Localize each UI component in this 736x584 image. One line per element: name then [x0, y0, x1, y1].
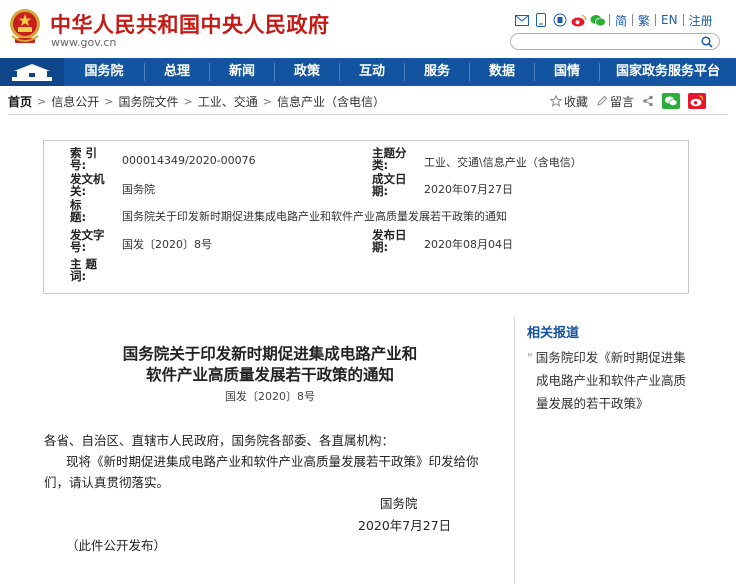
- lang-simplified-link[interactable]: 简: [610, 12, 632, 29]
- publish-date-label: 发布日期:: [372, 228, 407, 254]
- breadcrumb-info-disclosure[interactable]: 信息公开: [51, 93, 99, 110]
- article-body-line-1: 现将《新时期促进集成电路产业和软件产业高质量发展若干政策》印发给你: [66, 454, 479, 469]
- breadcrumb-info-industry[interactable]: 信息产业（含电信）: [277, 93, 385, 110]
- index-value: 000014349/2020-00076: [122, 154, 256, 167]
- article-note: （此件公开发布）: [66, 538, 167, 553]
- weibo-icon[interactable]: [571, 12, 587, 28]
- sidebar-divider: [514, 316, 515, 584]
- nav-item-news[interactable]: 新闻: [210, 58, 274, 86]
- related-report-text-1: 国务院印发《新时期促进集: [535, 350, 686, 365]
- weibo-share-button[interactable]: [688, 93, 707, 109]
- star-icon: [550, 95, 562, 107]
- chevron-right-icon: >: [183, 94, 193, 108]
- article-salutation: 各省、自治区、直辖市人民政府，国务院各部委、各直属机构：: [44, 433, 395, 448]
- chevron-right-icon: >: [262, 94, 272, 108]
- date-written-value: 2020年07月27日: [424, 183, 513, 196]
- article-title-line-2: 软件产业高质量发展若干政策的通知: [145, 366, 394, 384]
- issuer-label: 发文机关:: [70, 172, 105, 198]
- pencil-icon: [597, 95, 608, 106]
- breadcrumb-home[interactable]: 首页: [8, 93, 32, 110]
- wechat-icon: [662, 93, 681, 109]
- favorite-button[interactable]: 收藏: [550, 93, 588, 110]
- favorite-label: 收藏: [564, 94, 589, 109]
- related-reports-heading: 相关报道: [527, 326, 580, 341]
- national-emblem-icon[interactable]: [8, 6, 42, 46]
- nav-item-interaction[interactable]: 互动: [340, 58, 404, 86]
- article-title-line-1: 国务院关于印发新时期促进集成电路产业和: [122, 345, 418, 363]
- share-button[interactable]: [642, 95, 654, 107]
- nav-item-premier[interactable]: 总理: [145, 58, 209, 86]
- page-tools: 收藏 留言: [550, 92, 714, 110]
- article-signature: 国务院: [380, 496, 418, 511]
- nav-item-national-info[interactable]: 国情: [535, 58, 599, 86]
- issuer-value: 国务院: [122, 183, 155, 196]
- divider: [8, 114, 728, 115]
- document-info-table: 索 引 号: 000014349/2020-00076 主题分类: 工业、交通\…: [43, 140, 689, 294]
- subject-words-label: 主 题 词:: [70, 257, 98, 283]
- wechat-icon[interactable]: [590, 12, 606, 28]
- nav-item-gov-service-platform[interactable]: 国家政务服务平台: [600, 58, 736, 86]
- top-utility-bar: 简 繁 EN 注册: [514, 12, 718, 28]
- category-value: 工业、交通\信息产业（含电信）: [424, 156, 582, 169]
- tiananmen-icon: [12, 64, 52, 81]
- comment-label: 留言: [610, 94, 635, 109]
- app-icon[interactable]: [552, 12, 568, 28]
- mail-icon[interactable]: [514, 12, 530, 28]
- nav-item-policy[interactable]: 政策: [275, 58, 339, 86]
- nav-item-services[interactable]: 服务: [405, 58, 469, 86]
- comment-button[interactable]: 留言: [596, 93, 634, 110]
- nav-item-state-council[interactable]: 国务院: [64, 58, 144, 86]
- share-icon: [643, 95, 653, 107]
- register-link[interactable]: 注册: [684, 12, 718, 29]
- lang-traditional-link[interactable]: 繁: [633, 12, 655, 29]
- chevron-right-icon: >: [37, 94, 47, 108]
- related-report-link[interactable]: " 国务院印发《新时期促进集 成电路产业和软件产业高质 量发展的若干政策》: [527, 346, 697, 415]
- article-doc-number: 国发〔2020〕8号: [225, 390, 315, 403]
- breadcrumb-industry-transport[interactable]: 工业、交通: [198, 93, 258, 110]
- related-report-line-3: 量发展的若干政策》: [536, 396, 649, 411]
- wechat-share-button[interactable]: [662, 93, 681, 109]
- title-value: 国务院关于印发新时期促进集成电路产业和软件产业高质量发展若干政策的通知: [122, 210, 507, 223]
- article-body-line-2: 们，请认真贯彻落实。: [44, 475, 170, 490]
- article-date: 2020年7月27日: [358, 518, 452, 533]
- weibo-icon: [688, 93, 707, 109]
- doc-number-value: 国发〔2020〕8号: [122, 238, 212, 251]
- mobile-icon[interactable]: [533, 12, 549, 28]
- quote-mark-icon: ": [527, 350, 533, 365]
- nav-item-data[interactable]: 数据: [470, 58, 534, 86]
- lang-english-link[interactable]: EN: [656, 13, 683, 27]
- breadcrumb: 首页 > 信息公开 > 国务院文件 > 工业、交通 > 信息产业（含电信）: [8, 92, 385, 110]
- title-label: 标 题:: [70, 198, 105, 224]
- nav-home[interactable]: [0, 58, 64, 86]
- main-nav: 国务院 总理 新闻 政策 互动 服务 数据 国情 国家政务服务平台: [0, 58, 736, 86]
- search-icon[interactable]: [701, 36, 713, 48]
- chevron-right-icon: >: [104, 94, 114, 108]
- related-report-line-1: " 国务院印发《新时期促进集: [527, 346, 697, 369]
- search-box: [510, 33, 720, 53]
- index-label: 索 引 号:: [70, 146, 98, 172]
- search-input[interactable]: [519, 38, 695, 53]
- publish-date-value: 2020年08月04日: [424, 238, 513, 251]
- related-report-line-2: 成电路产业和软件产业高质: [536, 373, 687, 388]
- category-label: 主题分类:: [372, 146, 407, 172]
- breadcrumb-state-council-docs[interactable]: 国务院文件: [118, 93, 178, 110]
- site-title[interactable]: 中华人民共和国中央人民政府: [50, 9, 330, 39]
- site-domain: www.gov.cn: [51, 36, 117, 49]
- site-header: 中华人民共和国中央人民政府 www.gov.cn 简 繁 EN 注册: [0, 0, 736, 56]
- date-written-label: 成文日期:: [372, 172, 407, 198]
- doc-number-label: 发文字号:: [70, 228, 105, 254]
